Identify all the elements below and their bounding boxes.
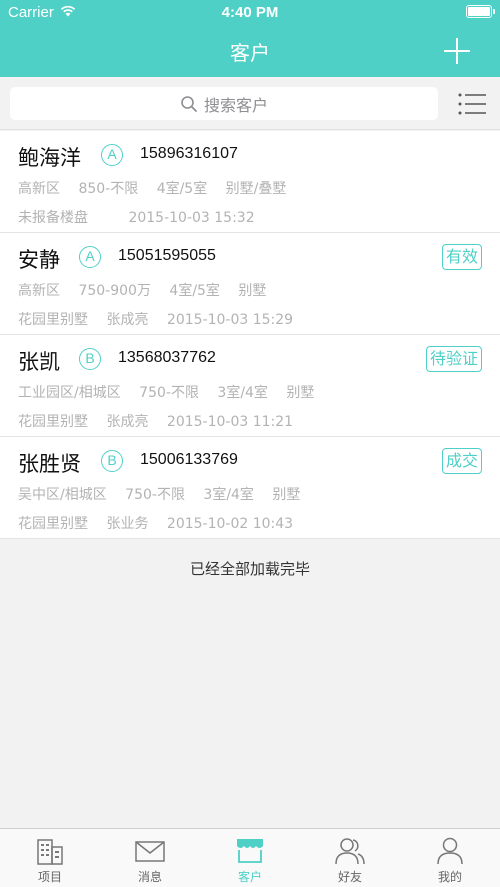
customer-phone: 15051595055 bbox=[118, 247, 216, 264]
tab-projects[interactable]: 项目 bbox=[0, 829, 100, 887]
property-type: 别墅 bbox=[286, 385, 315, 401]
agent: 张成亮 bbox=[106, 414, 149, 430]
header: Carrier 4:40 PM 客户 bbox=[0, 0, 500, 77]
status-badge: 成交 bbox=[441, 448, 482, 474]
rooms: 4室/5室 bbox=[156, 181, 208, 197]
date: 2015-10-03 11:21 bbox=[166, 414, 294, 430]
tab-friends[interactable]: 好友 bbox=[300, 829, 400, 887]
agent: 张业务 bbox=[106, 516, 149, 532]
search-input[interactable]: 搜索客户 bbox=[10, 87, 438, 120]
tab-label: 客户 bbox=[237, 870, 262, 884]
project: 花园里别墅 bbox=[18, 516, 88, 532]
agent: 张成亮 bbox=[106, 312, 149, 328]
search-row: 搜索客户 bbox=[0, 77, 500, 130]
storefront-icon bbox=[237, 839, 263, 863]
project: 花园里别墅 bbox=[18, 312, 88, 328]
customer-name: 张胜贤 bbox=[18, 452, 81, 476]
status-badge: 待验证 bbox=[425, 346, 482, 372]
friends-icon bbox=[335, 838, 365, 865]
project: 未报备楼盘 bbox=[18, 210, 88, 226]
tab-label: 我的 bbox=[437, 870, 462, 884]
date: 2015-10-03 15:32 bbox=[128, 210, 255, 226]
list-view-icon[interactable] bbox=[458, 92, 486, 116]
tab-label: 好友 bbox=[337, 870, 362, 884]
page-title: 客户 bbox=[230, 41, 270, 65]
envelope-icon bbox=[135, 841, 165, 862]
property-type: 别墅/叠墅 bbox=[225, 181, 287, 197]
budget: 750-900万 bbox=[78, 283, 151, 299]
customer-phone: 13568037762 bbox=[118, 349, 216, 366]
customer-requirements: 高新区 750-900万 4室/5室 别墅 bbox=[18, 280, 280, 300]
property-type: 别墅 bbox=[272, 487, 301, 503]
customer-card[interactable]: 鲍海洋 A 15896316107 高新区 850-不限 4室/5室 别墅/叠墅… bbox=[0, 131, 500, 233]
load-complete-note: 已经全部加载完毕 bbox=[189, 560, 310, 578]
person-icon bbox=[437, 837, 463, 865]
customer-name: 张凯 bbox=[18, 350, 60, 374]
customer-name: 安静 bbox=[18, 248, 60, 272]
customer-record: 花园里别墅 张业务 2015-10-02 10:43 bbox=[18, 513, 307, 533]
customer-requirements: 工业园区/相城区 750-不限 3室/4室 别墅 bbox=[18, 382, 328, 402]
project: 花园里别墅 bbox=[18, 414, 88, 430]
building-icon bbox=[37, 839, 63, 865]
customer-card[interactable]: 安静 A 15051595055 有效 高新区 750-900万 4室/5室 别… bbox=[0, 233, 500, 335]
date: 2015-10-03 15:29 bbox=[166, 312, 294, 328]
add-customer-button[interactable] bbox=[444, 38, 470, 64]
budget: 850-不限 bbox=[78, 181, 139, 197]
grade-badge: A bbox=[101, 144, 123, 166]
customer-requirements: 高新区 850-不限 4室/5室 别墅/叠墅 bbox=[18, 178, 300, 198]
budget: 750-不限 bbox=[125, 487, 185, 503]
customer-record: 花园里别墅 张成亮 2015-10-03 11:21 bbox=[18, 411, 307, 431]
grade-badge: B bbox=[101, 450, 123, 472]
rooms: 3室/4室 bbox=[203, 487, 254, 503]
customer-requirements: 吴中区/相城区 750-不限 3室/4室 别墅 bbox=[18, 484, 314, 504]
search-icon bbox=[181, 95, 197, 112]
status-bar: Carrier 4:40 PM bbox=[0, 0, 500, 26]
tab-me[interactable]: 我的 bbox=[400, 829, 500, 887]
customer-phone: 15006133769 bbox=[140, 451, 238, 468]
district: 高新区 bbox=[18, 181, 60, 197]
tab-label: 消息 bbox=[137, 870, 162, 884]
customer-record: 未报备楼盘 2015-10-03 15:32 bbox=[18, 207, 269, 227]
tab-customers[interactable]: 客户 bbox=[200, 829, 300, 887]
rooms: 3室/4室 bbox=[217, 385, 268, 401]
battery-icon bbox=[466, 5, 495, 18]
status-time: 4:40 PM bbox=[221, 4, 279, 21]
date: 2015-10-02 10:43 bbox=[166, 516, 294, 532]
district: 高新区 bbox=[18, 283, 60, 299]
district: 工业园区/相城区 bbox=[18, 385, 121, 401]
grade-badge: A bbox=[79, 246, 101, 268]
customer-record: 花园里别墅 张成亮 2015-10-03 15:29 bbox=[18, 309, 307, 329]
grade-badge: B bbox=[79, 348, 101, 370]
tab-bar: 项目 消息 客户 好友 我的 bbox=[0, 828, 500, 887]
budget: 750-不限 bbox=[139, 385, 199, 401]
tab-label: 项目 bbox=[37, 870, 62, 884]
search-placeholder: 搜索客户 bbox=[203, 95, 268, 115]
rooms: 4室/5室 bbox=[169, 283, 220, 299]
property-type: 别墅 bbox=[238, 283, 267, 299]
customer-card[interactable]: 张凯 B 13568037762 待验证 工业园区/相城区 750-不限 3室/… bbox=[0, 335, 500, 437]
customer-phone: 15896316107 bbox=[140, 145, 238, 162]
customer-list: 鲍海洋 A 15896316107 高新区 850-不限 4室/5室 别墅/叠墅… bbox=[0, 131, 500, 539]
customer-name: 鲍海洋 bbox=[18, 146, 81, 170]
status-badge: 有效 bbox=[441, 244, 482, 270]
district: 吴中区/相城区 bbox=[18, 487, 107, 503]
tab-messages[interactable]: 消息 bbox=[100, 829, 200, 887]
customer-card[interactable]: 张胜贤 B 15006133769 成交 吴中区/相城区 750-不限 3室/4… bbox=[0, 437, 500, 539]
